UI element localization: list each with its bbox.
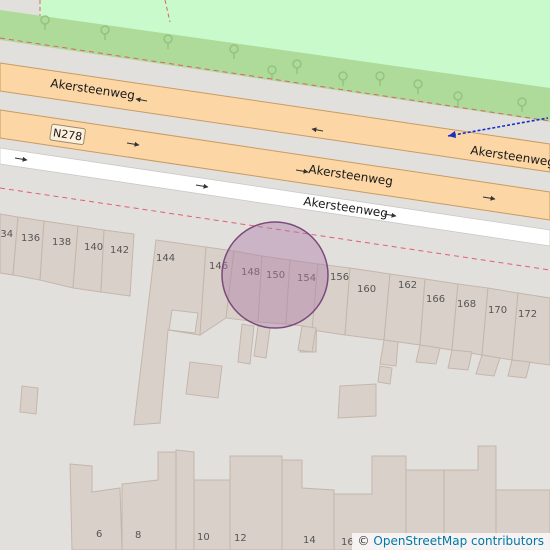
osm-contributors-link[interactable]: OpenStreetMap contributors: [373, 534, 544, 548]
house-number: 144: [156, 253, 175, 264]
map-canvas[interactable]: Akersteenweg Akersteenweg Akersteenweg A…: [0, 0, 550, 550]
house-number: 6: [96, 529, 102, 540]
house-number: 172: [518, 309, 537, 320]
house-number: 156: [330, 272, 349, 283]
location-highlight-circle[interactable]: [221, 221, 329, 329]
house-number: 170: [488, 305, 507, 316]
house-number: 136: [21, 233, 40, 244]
courtyard: [168, 309, 199, 334]
house-number: 8: [135, 530, 141, 541]
buildings-back: [19, 361, 550, 550]
house-number: 138: [52, 237, 71, 248]
map-layer: Akersteenweg Akersteenweg Akersteenweg A…: [0, 0, 550, 550]
house-number: 162: [398, 280, 417, 291]
street-label-service: Akersteenweg: [303, 194, 389, 220]
house-number: 12: [234, 533, 247, 544]
house-number: 10: [197, 532, 210, 543]
house-number: 142: [110, 245, 129, 256]
house-number: 160: [357, 284, 376, 295]
house-number: 168: [457, 299, 476, 310]
house-number: 134: [0, 229, 13, 240]
map-attribution: © OpenStreetMap contributors: [351, 533, 550, 550]
house-number: 140: [84, 242, 103, 253]
house-number: 166: [426, 294, 445, 305]
house-number: 14: [303, 535, 316, 546]
copyright-symbol: ©: [357, 534, 370, 548]
